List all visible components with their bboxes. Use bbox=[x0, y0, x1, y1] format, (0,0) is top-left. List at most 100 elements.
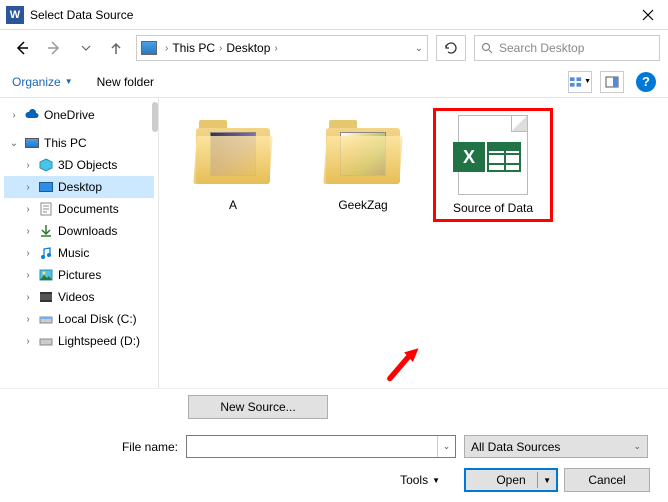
navigation-bar: › This PC › Desktop › ⌄ bbox=[0, 30, 668, 66]
address-dropdown-icon[interactable]: ⌄ bbox=[415, 43, 423, 54]
word-icon: W bbox=[6, 6, 24, 24]
filter-select[interactable]: All Data Sources ⌄ bbox=[464, 435, 648, 458]
downloads-icon bbox=[38, 224, 54, 238]
tree-3d-objects[interactable]: › 3D Objects bbox=[4, 154, 154, 176]
disk-icon bbox=[38, 334, 54, 348]
refresh-button[interactable] bbox=[436, 35, 466, 61]
filename-dropdown-button[interactable]: ⌄ bbox=[437, 436, 455, 457]
bottom-panel: New Source... File name: ⌄ All Data Sour… bbox=[0, 388, 668, 502]
tree-label: OneDrive bbox=[44, 108, 95, 122]
file-label: A bbox=[177, 198, 289, 212]
chevron-down-icon: ⌄ bbox=[633, 441, 641, 452]
forward-button[interactable] bbox=[40, 36, 68, 60]
objects-icon bbox=[38, 158, 54, 172]
tree-local-disk-c[interactable]: › Local Disk (C:) bbox=[4, 308, 154, 330]
command-bar: Organize ▼ New folder ▼ ? bbox=[0, 66, 668, 98]
address-bar[interactable]: › This PC › Desktop › ⌄ bbox=[136, 35, 428, 61]
filename-input[interactable] bbox=[187, 436, 437, 457]
tree-label: Desktop bbox=[58, 180, 102, 194]
search-box[interactable] bbox=[474, 35, 660, 61]
filter-label: All Data Sources bbox=[471, 440, 560, 454]
file-source-of-data[interactable]: X Source of Data bbox=[433, 108, 553, 222]
arrow-left-icon bbox=[14, 40, 30, 56]
cloud-icon bbox=[24, 108, 40, 122]
tree-label: Videos bbox=[58, 290, 94, 304]
recent-dropdown[interactable] bbox=[72, 36, 100, 60]
cancel-button[interactable]: Cancel bbox=[564, 468, 650, 492]
tree-label: Lightspeed (D:) bbox=[58, 334, 140, 348]
nav-tree: › OneDrive ⌄ This PC › 3D Objects › Desk… bbox=[0, 98, 158, 388]
open-label: Open bbox=[496, 473, 525, 487]
title-bar: W Select Data Source bbox=[0, 0, 668, 30]
chevron-down-icon bbox=[81, 43, 91, 53]
view-preview-button[interactable] bbox=[600, 71, 624, 93]
tree-thispc[interactable]: ⌄ This PC bbox=[4, 132, 154, 154]
tools-button[interactable]: Tools ▼ bbox=[400, 473, 440, 487]
tree-music[interactable]: › Music bbox=[4, 242, 154, 264]
organize-button[interactable]: Organize ▼ bbox=[12, 75, 73, 89]
open-button[interactable]: Open ▼ bbox=[464, 468, 558, 492]
chevron-right-icon: › bbox=[22, 292, 34, 303]
arrow-right-icon bbox=[46, 40, 62, 56]
new-source-button[interactable]: New Source... bbox=[188, 395, 328, 419]
refresh-icon bbox=[444, 41, 458, 55]
documents-icon bbox=[38, 202, 54, 216]
tree-lightspeed-d[interactable]: › Lightspeed (D:) bbox=[4, 330, 154, 352]
back-button[interactable] bbox=[8, 36, 36, 60]
folder-icon bbox=[189, 112, 277, 192]
help-icon: ? bbox=[642, 74, 650, 89]
tree-pictures[interactable]: › Pictures bbox=[4, 264, 154, 286]
organize-label: Organize bbox=[12, 75, 61, 89]
chevron-right-icon: › bbox=[22, 336, 34, 347]
up-button[interactable] bbox=[104, 36, 128, 60]
view-large-icons-button[interactable]: ▼ bbox=[568, 71, 592, 93]
videos-icon bbox=[38, 290, 54, 304]
chevron-right-icon: › bbox=[8, 110, 20, 121]
chevron-right-icon: › bbox=[22, 248, 34, 259]
tree-documents[interactable]: › Documents bbox=[4, 198, 154, 220]
music-icon bbox=[38, 246, 54, 260]
folder-geekzag[interactable]: GeekZag bbox=[303, 108, 423, 216]
crumb-desktop[interactable]: Desktop bbox=[226, 41, 270, 55]
tree-label: Downloads bbox=[58, 224, 117, 238]
filename-label: File name: bbox=[18, 440, 178, 454]
tree-label: 3D Objects bbox=[58, 158, 117, 172]
search-icon bbox=[481, 42, 493, 54]
view-icons-icon bbox=[569, 76, 582, 88]
chevron-right-icon: › bbox=[22, 226, 34, 237]
tree-desktop[interactable]: › Desktop bbox=[4, 176, 154, 198]
arrow-up-icon bbox=[108, 40, 124, 56]
disk-icon bbox=[38, 312, 54, 326]
search-input[interactable] bbox=[499, 41, 653, 55]
close-icon bbox=[642, 9, 654, 21]
help-button[interactable]: ? bbox=[636, 72, 656, 92]
dialog-title: Select Data Source bbox=[30, 8, 628, 22]
file-label: Source of Data bbox=[440, 201, 546, 215]
tree-videos[interactable]: › Videos bbox=[4, 286, 154, 308]
chevron-down-icon: ▼ bbox=[543, 476, 551, 485]
chevron-down-icon: ⌄ bbox=[8, 138, 20, 149]
chevron-right-icon: › bbox=[22, 270, 34, 281]
pc-icon bbox=[141, 41, 157, 55]
crumb-separator-icon: › bbox=[274, 43, 277, 54]
crumb-separator-icon: › bbox=[165, 43, 168, 54]
chevron-down-icon: ▼ bbox=[432, 476, 440, 485]
preview-pane-icon bbox=[605, 76, 619, 88]
new-folder-button[interactable]: New folder bbox=[97, 75, 154, 89]
tree-onedrive[interactable]: › OneDrive bbox=[4, 104, 154, 126]
close-button[interactable] bbox=[628, 0, 668, 30]
crumb-thispc[interactable]: This PC bbox=[172, 41, 215, 55]
file-label: GeekZag bbox=[307, 198, 419, 212]
chevron-down-icon: ▼ bbox=[584, 78, 591, 85]
tree-label: Documents bbox=[58, 202, 119, 216]
file-list[interactable]: A GeekZag X Sou bbox=[158, 98, 668, 388]
tree-downloads[interactable]: › Downloads bbox=[4, 220, 154, 242]
tree-label: Music bbox=[58, 246, 89, 260]
crumb-separator-icon: › bbox=[219, 43, 222, 54]
folder-icon bbox=[319, 112, 407, 192]
tools-label: Tools bbox=[400, 473, 428, 487]
chevron-right-icon: › bbox=[22, 160, 34, 171]
chevron-right-icon: › bbox=[22, 182, 34, 193]
filename-combobox[interactable]: ⌄ bbox=[186, 435, 456, 458]
folder-a[interactable]: A bbox=[173, 108, 293, 216]
